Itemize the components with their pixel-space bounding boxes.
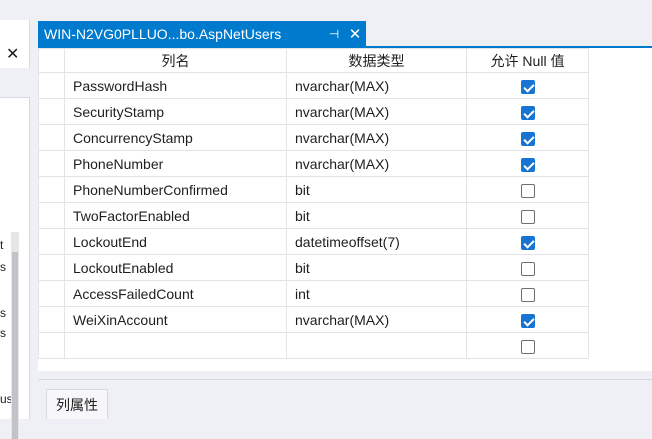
row-selector[interactable] [38,98,65,125]
table-row[interactable]: LockoutEnd datetimeoffset(7) [38,228,589,255]
allow-null-checkbox[interactable] [520,339,535,354]
row-selector[interactable] [38,72,65,99]
allow-null-checkbox[interactable] [520,235,535,250]
table-row[interactable]: ConcurrencyStamp nvarchar(MAX) [38,124,589,151]
allow-null-cell [466,280,589,307]
left-panel-scrollbar-thumb[interactable] [12,252,18,439]
allow-null-checkbox[interactable] [520,157,535,172]
column-name-cell[interactable] [64,332,287,359]
tab-title: WIN-N2VG0PLLUO...bo.AspNetUsers [44,25,282,42]
table-row[interactable]: WeiXinAccount nvarchar(MAX) [38,306,589,333]
data-type-cell[interactable]: nvarchar(MAX) [286,150,467,177]
column-name-cell[interactable]: AccessFailedCount [64,280,287,307]
left-side-panel: ✕ t s s s us [0,20,30,439]
allow-null-cell [466,150,589,177]
panel-splitter[interactable] [38,371,652,379]
toolbar-strip [0,0,652,20]
tab-column-properties[interactable]: 列属性 [46,389,108,419]
column-name-cell[interactable]: PhoneNumberConfirmed [64,176,287,203]
allow-null-checkbox[interactable] [520,105,535,120]
table-row[interactable]: AccessFailedCount int [38,280,589,307]
data-type-cell[interactable]: bit [286,176,467,203]
left-panel-close-icon[interactable]: ✕ [6,44,19,64]
column-name-cell[interactable]: PasswordHash [64,72,287,99]
row-selector[interactable] [38,332,65,359]
data-type-cell[interactable]: nvarchar(MAX) [286,98,467,125]
left-panel-text-fragment: s [0,326,6,340]
data-type-cell[interactable]: nvarchar(MAX) [286,124,467,151]
row-selector-header [38,48,65,73]
allow-null-checkbox[interactable] [520,79,535,94]
table-designer-grid: 列名 数据类型 允许 Null 值 PasswordHash nvarchar(M… [38,48,652,371]
allow-null-cell [466,332,589,359]
table-row[interactable]: SecurityStamp nvarchar(MAX) [38,98,589,125]
column-name-cell[interactable]: TwoFactorEnabled [64,202,287,229]
allow-null-cell [466,202,589,229]
data-type-cell[interactable]: nvarchar(MAX) [286,72,467,99]
table-header-row: 列名 数据类型 允许 Null 值 [38,48,589,73]
column-name-cell[interactable]: WeiXinAccount [64,306,287,333]
column-name-cell[interactable]: LockoutEnabled [64,254,287,281]
data-type-cell[interactable]: bit [286,254,467,281]
tab-close-icon[interactable]: ✕ [344,25,366,43]
allow-null-checkbox[interactable] [520,183,535,198]
column-header-name[interactable]: 列名 [64,48,287,73]
data-type-cell[interactable]: nvarchar(MAX) [286,306,467,333]
allow-null-cell [466,98,589,125]
column-name-cell[interactable]: PhoneNumber [64,150,287,177]
table-row[interactable]: LockoutEnabled bit [38,254,589,281]
row-selector[interactable] [38,280,65,307]
row-selector[interactable] [38,228,65,255]
allow-null-checkbox[interactable] [520,313,535,328]
allow-null-cell [466,254,589,281]
table-row[interactable]: PhoneNumberConfirmed bit [38,176,589,203]
allow-null-cell [466,176,589,203]
left-panel-text-fragment: s [0,306,6,320]
allow-null-checkbox[interactable] [520,261,535,276]
columns-table: 列名 数据类型 允许 Null 值 PasswordHash nvarchar(M… [38,48,589,359]
allow-null-cell [466,72,589,99]
document-tab-aspnetusers[interactable]: WIN-N2VG0PLLUO...bo.AspNetUsers ⊣ ✕ [38,21,366,46]
left-panel-header [0,68,30,98]
allow-null-cell [466,306,589,333]
allow-null-checkbox[interactable] [520,209,535,224]
allow-null-cell [466,124,589,151]
allow-null-checkbox[interactable] [520,131,535,146]
column-properties-panel: 列属性 [38,379,652,419]
column-name-cell[interactable]: LockoutEnd [64,228,287,255]
data-type-cell[interactable] [286,332,467,359]
column-header-datatype[interactable]: 数据类型 [286,48,467,73]
row-selector[interactable] [38,150,65,177]
row-selector[interactable] [38,202,65,229]
table-row[interactable]: PasswordHash nvarchar(MAX) [38,72,589,99]
allow-null-cell [466,228,589,255]
left-panel-text-fragment: s [0,260,6,274]
row-selector[interactable] [38,176,65,203]
data-type-cell[interactable]: int [286,280,467,307]
column-name-cell[interactable]: SecurityStamp [64,98,287,125]
allow-null-checkbox[interactable] [520,287,535,302]
left-panel-scrollbar[interactable] [11,232,19,439]
pin-icon[interactable]: ⊣ [324,27,344,41]
column-name-cell[interactable]: ConcurrencyStamp [64,124,287,151]
column-header-allow-null[interactable]: 允许 Null 值 [466,48,589,73]
data-type-cell[interactable]: datetimeoffset(7) [286,228,467,255]
row-selector[interactable] [38,254,65,281]
row-selector[interactable] [38,306,65,333]
table-row[interactable] [38,332,589,359]
left-panel-text-fragment: t [0,238,4,252]
table-row[interactable]: TwoFactorEnabled bit [38,202,589,229]
data-type-cell[interactable]: bit [286,202,467,229]
table-row[interactable]: PhoneNumber nvarchar(MAX) [38,150,589,177]
row-selector[interactable] [38,124,65,151]
